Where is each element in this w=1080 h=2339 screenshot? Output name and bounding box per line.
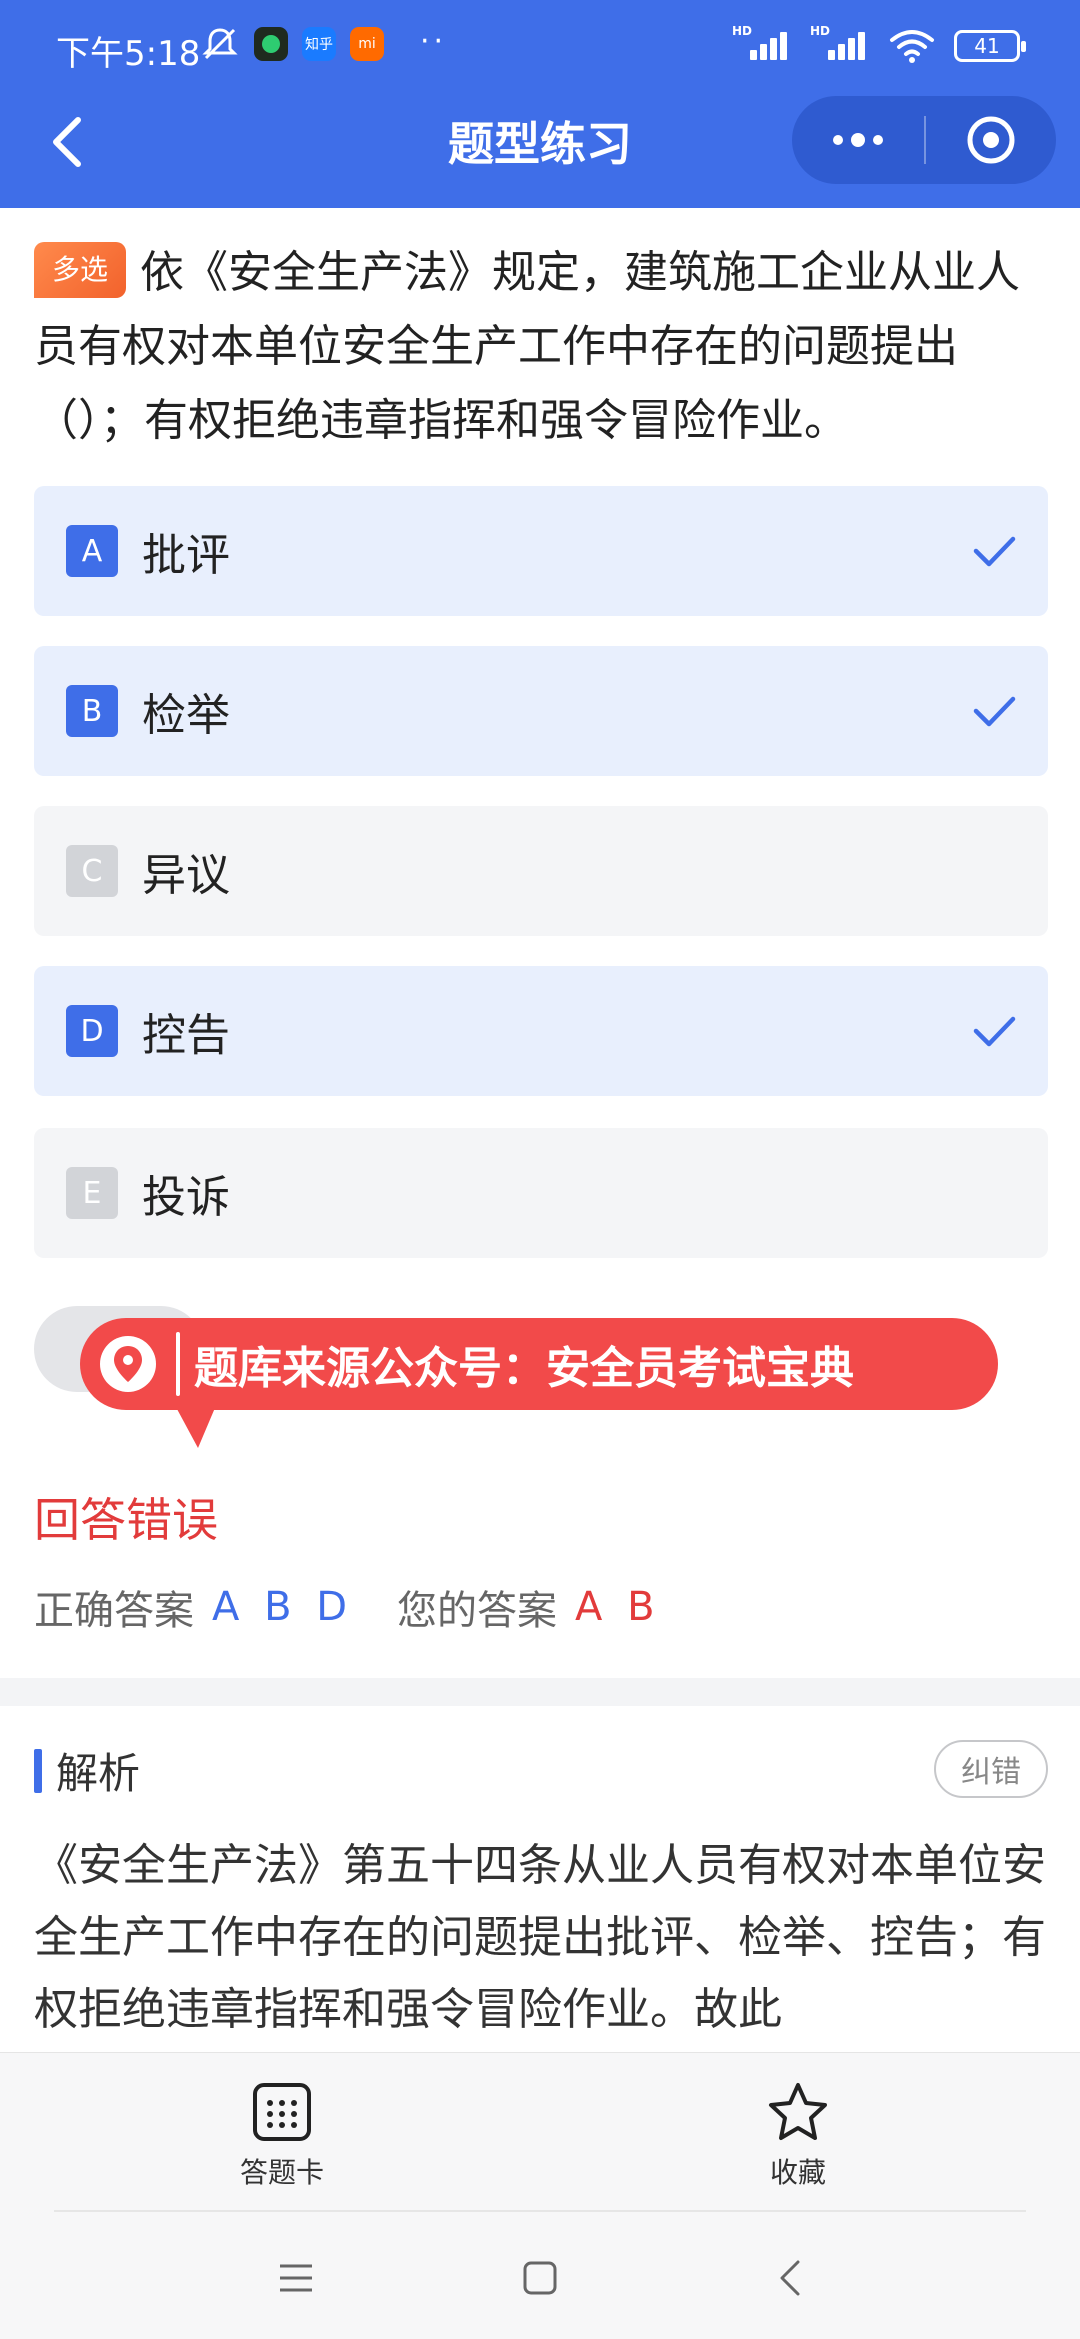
location-pin-icon (100, 1336, 156, 1392)
star-icon (769, 2083, 827, 2140)
system-navigation-bar (0, 2212, 1080, 2339)
answer-summary: 正确答案 A B D 您的答案 A B (34, 1578, 661, 1636)
status-right-icons: HD HD 41 (732, 24, 1026, 66)
zhihu-app-icon: 知乎 (302, 27, 336, 61)
banner-separator (176, 1332, 180, 1396)
option-letter: A (66, 525, 118, 577)
answer-card-label: 答题卡 (239, 2156, 324, 2189)
your-answer-value: A B (575, 1584, 661, 1630)
result-status: 回答错误 (34, 1493, 218, 1547)
menu-icon (280, 2264, 312, 2292)
more-dot-icon (833, 135, 843, 145)
wifi-icon (890, 30, 934, 63)
more-button[interactable] (792, 96, 924, 184)
analysis-accent-bar (34, 1748, 42, 1793)
option-text: 批评 (142, 530, 230, 581)
home-nav-button[interactable] (510, 2252, 570, 2304)
signal-icon: HD (732, 24, 792, 66)
check-icon (973, 1016, 1016, 1047)
correct-answer-value: A B D (212, 1584, 354, 1630)
analysis-text: 《安全生产法》第五十四条从业人员有权对本单位安全生产工作中存在的问题提出批评、检… (34, 1840, 1046, 2035)
back-button[interactable] (38, 112, 98, 172)
option-a[interactable]: A 批评 (34, 486, 1048, 616)
option-c[interactable]: C 异议 (34, 806, 1048, 936)
signal-icon-2: HD (810, 24, 870, 66)
chevron-left-icon (53, 117, 81, 167)
app-header: 下午5:18 知乎 mi ·· HD HD 41 题型练习 (0, 0, 1080, 208)
back-nav-button[interactable] (760, 2252, 820, 2304)
correct-answer-label: 正确答案 (34, 1588, 194, 1634)
option-text: 投诉 (142, 1172, 230, 1223)
more-dot-icon (873, 135, 883, 145)
source-banner: 题库来源公众号：安全员考试宝典 (80, 1318, 998, 1410)
option-letter: B (66, 685, 118, 737)
check-icon (973, 536, 1016, 567)
option-letter: E (66, 1167, 118, 1219)
report-error-button[interactable]: 纠错 (934, 1740, 1048, 1798)
option-text: 控告 (142, 1010, 230, 1061)
option-b[interactable]: B 检举 (34, 646, 1048, 776)
square-home-icon (523, 2261, 557, 2295)
question-stem: 多选 依《安全生产法》规定，建筑施工企业从业人员有权对本单位安全生产工作中存在的问… (34, 236, 1054, 458)
bottom-toolbar: 答题卡 收藏 (0, 2052, 1080, 2220)
status-app-icons: 知乎 mi (200, 24, 384, 64)
mute-alarm-icon (202, 28, 238, 60)
option-text: 异议 (142, 850, 230, 901)
question-text: 依《安全生产法》规定，建筑施工企业从业人员有权对本单位安全生产工作中存在的问题提… (34, 247, 1021, 446)
analysis-title: 解析 (56, 1749, 141, 1798)
music-app-icon (254, 27, 288, 61)
target-close-icon (967, 116, 1015, 164)
your-answer-label: 您的答案 (397, 1588, 558, 1634)
miniprogram-capsule (792, 96, 1056, 184)
favorite-tab[interactable]: 收藏 (698, 2081, 898, 2191)
grid-icon (253, 2083, 311, 2141)
battery-indicator: 41 (954, 30, 1026, 62)
mi-app-icon: mi (350, 27, 384, 61)
chevron-left-icon (780, 2260, 800, 2296)
favorite-label: 收藏 (769, 2156, 826, 2189)
option-letter: D (66, 1005, 118, 1057)
more-dot-icon (851, 133, 865, 147)
more-notifications-indicator: ·· (420, 24, 448, 59)
status-time: 下午5:18 (56, 34, 201, 74)
menu-nav-button[interactable] (266, 2252, 326, 2304)
option-text: 检举 (142, 690, 230, 741)
close-miniprogram-button[interactable] (926, 96, 1056, 184)
analysis-header: 解析 (34, 1740, 140, 1801)
option-d[interactable]: D 控告 (34, 966, 1048, 1096)
status-bar: 下午5:18 知乎 mi ·· HD HD 41 (0, 0, 1080, 92)
option-e[interactable]: E 投诉 (34, 1128, 1048, 1258)
question-type-badge: 多选 (34, 242, 127, 298)
check-icon (973, 696, 1016, 727)
answer-card-tab[interactable]: 答题卡 (182, 2081, 382, 2191)
banner-text: 题库来源公众号：安全员考试宝典 (194, 1343, 854, 1394)
section-divider (0, 1678, 1080, 1706)
option-letter: C (66, 845, 118, 897)
